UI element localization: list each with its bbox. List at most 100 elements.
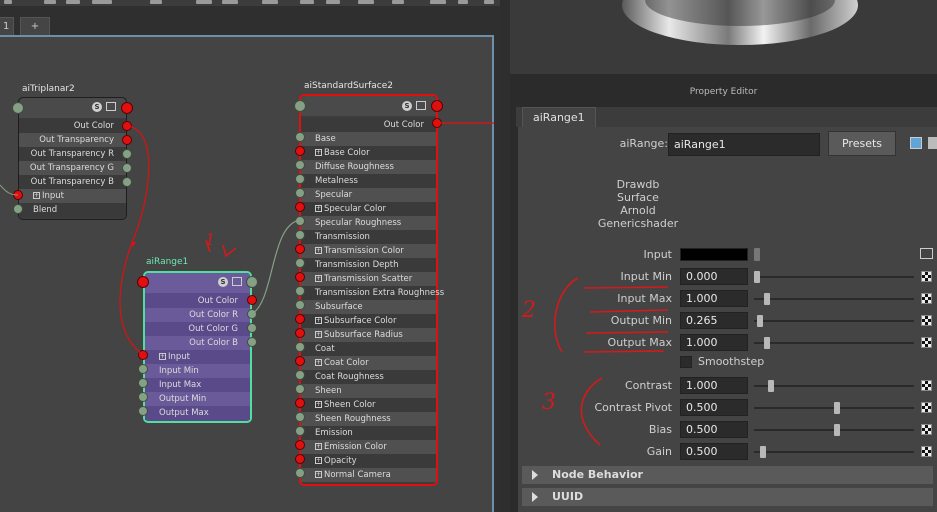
port-specular-roughness[interactable] xyxy=(295,216,305,226)
port-out-color-r[interactable] xyxy=(247,309,257,319)
toolbar-icon[interactable] xyxy=(66,0,80,4)
port-input[interactable] xyxy=(13,190,23,200)
output-min-slider-handle[interactable] xyxy=(757,315,764,327)
tab-airange1[interactable]: aiRange1 xyxy=(522,107,596,127)
output-port[interactable] xyxy=(246,276,258,288)
panel-divider[interactable] xyxy=(500,0,510,512)
swatch-toggle-icon[interactable]: S xyxy=(402,101,412,111)
port-transmission-depth[interactable] xyxy=(295,258,305,268)
port-out-color-g[interactable] xyxy=(247,323,257,333)
toolbar-icon[interactable] xyxy=(196,0,212,4)
node-airange1[interactable]: S Out Color Out Color R Out Color G Out … xyxy=(143,271,252,423)
port-blend[interactable] xyxy=(13,204,23,214)
gain-slider-handle[interactable] xyxy=(760,446,767,458)
port-base[interactable] xyxy=(295,132,305,142)
input-port[interactable] xyxy=(294,100,306,112)
port-coat-color[interactable] xyxy=(295,356,305,366)
port-sheen-roughness[interactable] xyxy=(295,412,305,422)
port-coat-roughness[interactable] xyxy=(295,370,305,380)
focus-icon[interactable] xyxy=(910,137,922,149)
expand-icon[interactable]: + xyxy=(159,353,166,360)
expand-icon[interactable]: + xyxy=(315,471,322,478)
expand-icon[interactable]: + xyxy=(315,331,322,338)
port-transmission-scatter[interactable] xyxy=(295,272,305,282)
port-output-min[interactable] xyxy=(138,392,148,402)
port-specular[interactable] xyxy=(295,188,305,198)
attribute-list-icon[interactable] xyxy=(416,101,426,110)
toolbar-icon[interactable] xyxy=(4,0,12,4)
gain-slider-track[interactable] xyxy=(754,451,914,453)
input-port[interactable] xyxy=(12,102,24,114)
connection-icon[interactable] xyxy=(920,248,933,259)
input-max-slider-handle[interactable] xyxy=(763,293,770,305)
section-uuid[interactable]: UUID xyxy=(522,488,933,506)
contrast-slider-track[interactable] xyxy=(754,385,914,387)
node-name-field[interactable]: aiRange1 xyxy=(668,133,820,156)
toolbar-icon[interactable] xyxy=(484,0,494,4)
port-transmission-extra-roughness[interactable] xyxy=(295,286,305,296)
port-base-color[interactable] xyxy=(295,146,305,156)
smoothstep-checkbox[interactable] xyxy=(680,356,692,368)
port-out-color[interactable] xyxy=(247,295,257,305)
swatch-toggle-icon[interactable]: S xyxy=(92,102,102,112)
port-input-max[interactable] xyxy=(138,378,148,388)
port-sheen-color[interactable] xyxy=(295,398,305,408)
toolbar-icon[interactable] xyxy=(222,0,238,4)
toolbar-icon[interactable] xyxy=(44,0,56,4)
expand-icon[interactable]: + xyxy=(315,317,322,324)
toolbar-icon[interactable] xyxy=(92,0,112,4)
attribute-list-icon[interactable] xyxy=(232,277,242,286)
output-max-field[interactable]: 1.000 xyxy=(680,334,748,351)
add-tab-button[interactable]: + xyxy=(20,17,50,35)
port-specular-color[interactable] xyxy=(295,202,305,212)
input-port[interactable] xyxy=(137,276,149,288)
toolbar-icon[interactable] xyxy=(392,0,404,4)
node-aitriplanar2[interactable]: S Out Color Out Transparency Out Transpa… xyxy=(18,97,127,220)
expand-icon[interactable]: + xyxy=(315,359,322,366)
texture-map-icon[interactable] xyxy=(921,424,932,435)
output-max-slider-handle[interactable] xyxy=(763,337,770,349)
expand-icon[interactable]: + xyxy=(315,149,322,156)
output-min-field[interactable]: 0.265 xyxy=(680,312,748,329)
texture-map-icon[interactable] xyxy=(921,315,932,326)
port-out-transparency-b[interactable] xyxy=(122,177,132,187)
toolbar-icon[interactable] xyxy=(358,0,374,4)
gain-field[interactable]: 0.500 xyxy=(680,443,748,460)
bias-field[interactable]: 0.500 xyxy=(680,421,748,438)
contrast-field[interactable]: 1.000 xyxy=(680,377,748,394)
swatch-toggle-icon[interactable]: S xyxy=(218,277,228,287)
input-max-slider-track[interactable] xyxy=(754,298,914,300)
toolbar-icon[interactable] xyxy=(430,0,446,4)
port-coat[interactable] xyxy=(295,342,305,352)
port-input[interactable] xyxy=(138,350,148,360)
port-transmission-color[interactable] xyxy=(295,244,305,254)
texture-map-icon[interactable] xyxy=(921,402,932,413)
expand-icon[interactable]: + xyxy=(315,205,322,212)
node-aistandardsurface2[interactable]: S Out Color Base + Base Color Diffuse Rough… xyxy=(299,94,444,486)
toolbar-icon[interactable] xyxy=(262,0,278,4)
port-transmission[interactable] xyxy=(295,230,305,240)
input-min-field[interactable]: 0.000 xyxy=(680,268,748,285)
port-sheen[interactable] xyxy=(295,384,305,394)
toolbar-icon[interactable] xyxy=(458,0,468,4)
output-port[interactable] xyxy=(431,100,443,112)
port-metalness[interactable] xyxy=(295,174,305,184)
tab-graph-1[interactable]: 1 xyxy=(0,17,14,35)
input-min-slider-handle[interactable] xyxy=(754,271,760,283)
port-out-color-b[interactable] xyxy=(247,337,257,347)
toolbar-icon[interactable] xyxy=(300,0,314,4)
expand-icon[interactable]: + xyxy=(315,275,322,282)
show-hide-icon[interactable] xyxy=(928,137,937,149)
input-color-swatch[interactable] xyxy=(680,248,748,261)
port-out-color[interactable] xyxy=(122,121,132,131)
output-port[interactable] xyxy=(121,102,133,114)
toolbar-icon[interactable] xyxy=(326,0,340,4)
port-out-color[interactable] xyxy=(432,118,442,128)
port-out-transparency-g[interactable] xyxy=(122,163,132,173)
expand-icon[interactable]: + xyxy=(315,247,322,254)
texture-map-icon[interactable] xyxy=(921,271,932,282)
port-emission[interactable] xyxy=(295,426,305,436)
port-subsurface-color[interactable] xyxy=(295,314,305,324)
input-max-field[interactable]: 1.000 xyxy=(680,290,748,307)
expand-icon[interactable]: + xyxy=(315,457,322,464)
